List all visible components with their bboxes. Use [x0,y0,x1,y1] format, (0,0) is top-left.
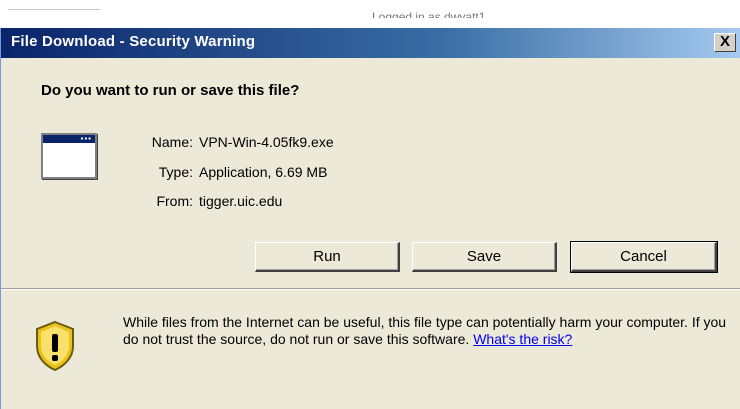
security-warning-message: While files from the Internet can be use… [123,314,733,348]
dialog-question: Do you want to run or save this file? [41,82,300,99]
application-window-icon: ▪▪▪ [41,133,97,179]
name-value: VPN-Win-4.05fk9.exe [199,134,334,150]
type-value: Application, 6.69 MB [199,164,328,180]
security-shield-warning-icon [36,320,74,372]
from-value: tigger.uic.edu [199,193,283,209]
save-button[interactable]: Save [412,242,557,272]
whats-the-risk-link[interactable]: What's the risk? [473,331,572,347]
cancel-button[interactable]: Cancel [570,241,718,273]
section-divider-highlight [1,289,740,290]
dialog-title: File Download - Security Warning [11,33,256,50]
close-button[interactable]: X [714,33,736,52]
close-icon: X [719,33,730,50]
run-button[interactable]: Run [255,242,400,272]
background-divider [8,9,100,10]
background-login-text: Logged in as dwyatt1 [372,10,486,18]
warning-text: While files from the Internet can be use… [123,314,727,347]
title-bar[interactable]: File Download - Security Warning X [1,28,740,58]
type-label: Type: [158,164,193,180]
from-label: From: [156,193,193,209]
background-page: Logged in as dwyatt1 [0,0,740,28]
name-label: Name: [151,134,193,150]
icon-titlebar: ▪▪▪ [43,135,95,143]
file-download-dialog: File Download - Security Warning X Do yo… [0,28,740,409]
